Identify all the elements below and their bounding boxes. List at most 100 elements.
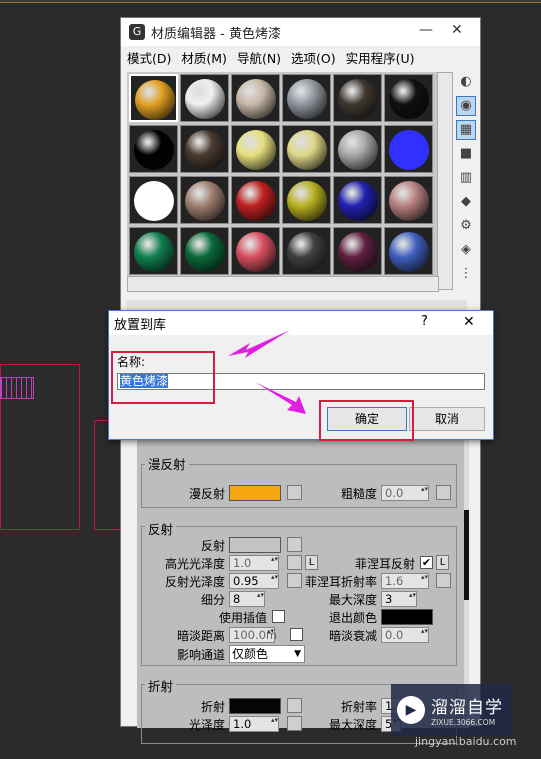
material-slot[interactable] [231, 125, 280, 173]
material-slot[interactable] [129, 74, 178, 122]
backlight-icon[interactable]: ◉ [456, 96, 476, 116]
material-slot[interactable] [333, 74, 382, 122]
cancel-button[interactable]: 取消 [409, 407, 485, 431]
diffuse-label: 漫反射 [188, 487, 225, 501]
material-slot[interactable] [180, 74, 229, 122]
use-interp-checkbox[interactable] [272, 610, 285, 623]
material-slot[interactable] [282, 227, 331, 275]
select-by-material-icon[interactable]: ◈ [456, 240, 476, 260]
sample-slots-grid [127, 72, 439, 282]
video-color-check-icon[interactable]: ▥ [456, 168, 476, 188]
exit-color-swatch[interactable] [381, 609, 433, 625]
material-slot[interactable] [129, 125, 178, 173]
material-sphere [389, 232, 429, 272]
hilight-gloss-spinner[interactable]: 1.0 [229, 555, 279, 571]
dialog-titlebar[interactable]: 放置到库 ? ✕ [109, 311, 493, 335]
refract-map-button[interactable] [287, 698, 302, 713]
use-interp-label: 使用插值 [218, 611, 267, 625]
watermark: ▶ 溜溜自学 ZIXUE.3066.COM [391, 684, 511, 736]
material-slot[interactable] [282, 125, 331, 173]
material-sphere [185, 232, 225, 272]
material-slot[interactable] [384, 74, 433, 122]
make-preview-icon[interactable]: ◆ [456, 192, 476, 212]
fresnel-lock-button[interactable]: L [436, 555, 449, 570]
watermark-url: jingyan.baidu.com [415, 735, 517, 748]
background-checker-icon[interactable]: ▦ [456, 120, 476, 140]
material-sphere [338, 130, 378, 170]
affect-channels-dropdown[interactable]: 仅颜色 ▼ [229, 645, 305, 663]
dim-dist-label: 暗淡距离 [176, 629, 225, 643]
dim-dist-checkbox[interactable] [290, 628, 303, 641]
sample-type-icon[interactable]: ◐ [456, 72, 476, 92]
material-slot[interactable] [129, 227, 178, 275]
slots-horizontal-scrollbar[interactable] [127, 276, 439, 292]
menu-options[interactable]: 选项(O) [291, 48, 336, 67]
ior-label: 折射率 [340, 700, 377, 714]
material-slot[interactable] [282, 176, 331, 224]
close-button[interactable]: ✕ [451, 22, 463, 38]
viewport-grid-object [0, 377, 34, 399]
reflect-map-button[interactable] [287, 537, 302, 552]
refl-gloss-spinner[interactable]: 0.95 [229, 573, 279, 589]
material-slot[interactable] [384, 227, 433, 275]
play-logo-icon: ▶ [397, 696, 425, 724]
minimize-button[interactable]: — [419, 22, 433, 38]
refr-gloss-spinner[interactable]: 1.0 [229, 716, 279, 732]
hilight-lock-button[interactable]: L [305, 555, 318, 570]
help-button[interactable]: ? [421, 314, 428, 329]
material-slot[interactable] [231, 74, 280, 122]
refract-color-swatch[interactable] [229, 698, 281, 714]
material-slot[interactable] [333, 125, 382, 173]
dialog-close-button[interactable]: ✕ [463, 314, 475, 330]
hilight-gloss-label: 高光光泽度 [164, 557, 225, 571]
material-sphere [287, 181, 327, 221]
diffuse-color-swatch[interactable] [229, 485, 281, 501]
slots-vertical-scrollbar[interactable] [437, 72, 453, 290]
material-sphere [185, 79, 225, 119]
material-slot[interactable] [180, 227, 229, 275]
hilight-gloss-map-button[interactable] [287, 555, 302, 570]
subdivs-spinner[interactable]: 8 [229, 591, 265, 607]
parameters-rollout: 漫反射 漫反射 粗糙度 0.0 反射 反射 高光光泽度 1.0 L 菲涅耳反射 … [137, 420, 467, 744]
material-sphere [134, 232, 174, 272]
dim-falloff-spinner[interactable]: 0.0 [381, 627, 429, 643]
roughness-spinner[interactable]: 0.0 [381, 485, 429, 501]
material-slot[interactable] [180, 125, 229, 173]
rollout-scrollbar[interactable] [464, 420, 469, 728]
roughness-map-button[interactable] [436, 485, 451, 500]
diffuse-map-button[interactable] [287, 485, 302, 500]
material-sphere [338, 181, 378, 221]
refr-gloss-map-button[interactable] [287, 716, 302, 731]
menu-utilities[interactable]: 实用程序(U) [346, 48, 415, 67]
material-slot[interactable] [282, 74, 331, 122]
menu-navigation[interactable]: 导航(N) [237, 48, 281, 67]
refr-gloss-label: 光泽度 [188, 718, 225, 732]
material-sphere [236, 181, 276, 221]
refl-gloss-map-button[interactable] [287, 573, 302, 588]
rollout-scrollbar-thumb[interactable] [464, 510, 469, 600]
material-slot[interactable] [180, 176, 229, 224]
material-slot[interactable] [384, 176, 433, 224]
refraction-group-title: 折射 [145, 676, 177, 695]
material-map-navigator-icon[interactable]: ⋮ [456, 264, 476, 284]
menu-material[interactable]: 材质(M) [181, 48, 227, 67]
material-slot[interactable] [231, 176, 280, 224]
material-sphere [185, 130, 225, 170]
options-icon[interactable]: ⚙ [456, 216, 476, 236]
sample-uv-icon[interactable]: ■ [456, 144, 476, 164]
fresnel-ior-map-button[interactable] [436, 573, 451, 588]
roughness-label: 粗糙度 [340, 487, 377, 501]
dim-dist-spinner[interactable]: 100.0m [229, 627, 277, 643]
material-slot[interactable] [384, 125, 433, 173]
fresnel-checkbox[interactable]: ✔ [420, 556, 433, 569]
material-slot[interactable] [333, 227, 382, 275]
fresnel-ior-spinner[interactable]: 1.6 [381, 573, 429, 589]
menu-mode[interactable]: 模式(D) [127, 48, 171, 67]
reflect-color-swatch[interactable] [229, 537, 281, 553]
material-sphere [134, 181, 174, 221]
material-slot[interactable] [231, 227, 280, 275]
material-slot[interactable] [129, 176, 178, 224]
material-editor-titlebar[interactable]: G 材质编辑器 - 黄色烤漆 — ✕ [121, 18, 480, 46]
max-depth-spinner[interactable]: 3 [381, 591, 417, 607]
material-slot[interactable] [333, 176, 382, 224]
